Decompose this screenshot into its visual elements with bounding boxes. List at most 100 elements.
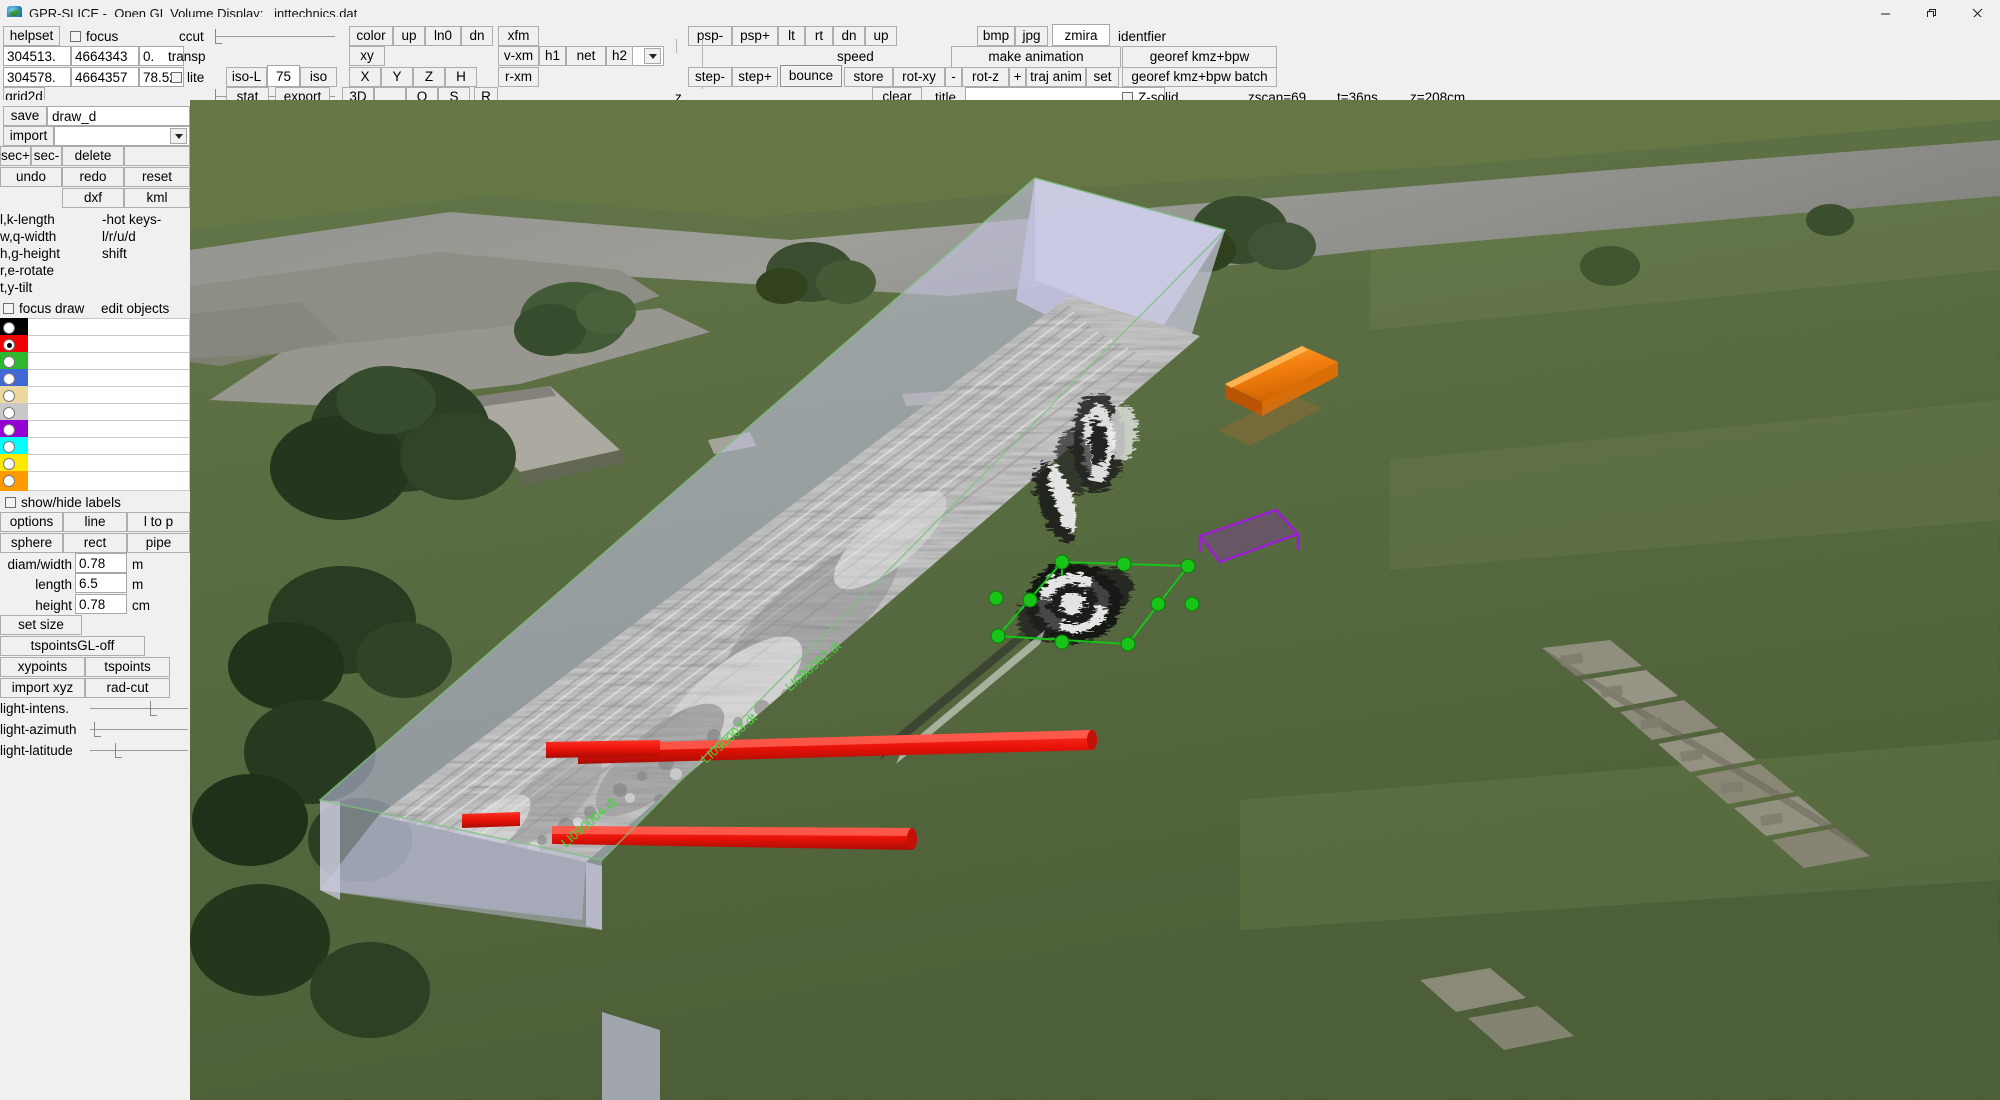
light-latitude-slider-knob[interactable] xyxy=(115,743,122,758)
rot-z-button[interactable]: rot-z xyxy=(962,67,1009,87)
tspoints-gl-off-button[interactable]: tspointsGL-off xyxy=(0,636,145,656)
step-minus-button[interactable]: step- xyxy=(688,67,732,87)
focus-draw-checkbox[interactable]: focus draw xyxy=(3,298,84,318)
x-max-field[interactable]: 304578. xyxy=(3,67,71,87)
save-name-field[interactable]: draw_d xyxy=(47,106,190,126)
psp-minus-button[interactable]: psp- xyxy=(688,26,732,46)
rect-button[interactable]: rect xyxy=(63,533,127,553)
show-hide-labels-checkbox[interactable]: show/hide labels xyxy=(5,492,121,512)
color-radio-red[interactable] xyxy=(3,339,15,351)
delete-button[interactable]: delete xyxy=(62,146,124,166)
jpg-button[interactable]: jpg xyxy=(1015,26,1048,46)
axis-x-button[interactable]: X xyxy=(349,67,381,87)
psp-plus-button[interactable]: psp+ xyxy=(732,26,778,46)
georef-kmz-bpw-button[interactable]: georef kmz+bpw xyxy=(1122,46,1277,68)
lite-checkbox[interactable]: lite xyxy=(171,67,204,87)
rad-cut-button[interactable]: rad-cut xyxy=(85,678,170,698)
color-radio-purple[interactable] xyxy=(3,424,15,436)
h1-button[interactable]: h1 xyxy=(539,46,566,66)
color-row-orange[interactable] xyxy=(0,471,190,491)
sidebar-spacer-button[interactable] xyxy=(124,146,190,166)
iso-value-field[interactable]: 75 xyxy=(267,65,300,87)
h2-button[interactable]: h2 xyxy=(606,46,633,66)
sec-plus-button[interactable]: sec+ xyxy=(0,146,31,166)
focus-checkbox[interactable]: focus xyxy=(70,26,118,46)
iso-l-button[interactable]: iso-L xyxy=(226,67,267,87)
color-name-field[interactable] xyxy=(28,471,190,491)
line-button[interactable]: line xyxy=(63,512,127,532)
v-xm-button[interactable]: v-xm xyxy=(498,46,539,66)
light-azimuth-slider-knob[interactable] xyxy=(94,722,101,737)
kml-button[interactable]: kml xyxy=(124,188,190,208)
dn-button[interactable]: dn xyxy=(461,26,493,46)
axis-y-button[interactable]: Y xyxy=(381,67,413,87)
focus-draw-checkbox-box[interactable] xyxy=(3,303,14,314)
height-field[interactable]: 0.78 xyxy=(75,594,127,614)
dn2-button[interactable]: dn xyxy=(833,26,865,46)
georef-kmz-bpw-batch-button[interactable]: georef kmz+bpw batch xyxy=(1122,67,1277,87)
color-radio-green[interactable] xyxy=(3,356,15,368)
sphere-button[interactable]: sphere xyxy=(0,533,63,553)
xy-button[interactable]: xy xyxy=(349,46,385,66)
xypoints-button[interactable]: xypoints xyxy=(0,657,85,677)
color-button[interactable]: color xyxy=(349,26,393,46)
minus-button[interactable]: - xyxy=(945,67,962,87)
tspoints-button[interactable]: tspoints xyxy=(85,657,170,677)
x-min-field[interactable]: 304513. xyxy=(3,46,71,66)
traj-anim-button[interactable]: traj anim xyxy=(1026,67,1086,87)
set-size-button[interactable]: set size xyxy=(0,615,82,635)
import-combo[interactable] xyxy=(54,126,190,146)
l-to-p-button[interactable]: l to p xyxy=(127,512,190,532)
edit-objects-label[interactable]: edit objects xyxy=(101,298,169,318)
aerial-photo-3d-scene[interactable]: LI090002.dt LI090003.dt LI090004.dt xyxy=(190,100,2000,1100)
focus-checkbox-box[interactable] xyxy=(70,31,81,42)
sec-minus-button[interactable]: sec- xyxy=(31,146,62,166)
iso-button[interactable]: iso xyxy=(300,67,337,87)
step-plus-button[interactable]: step+ xyxy=(732,67,778,87)
pipe-button[interactable]: pipe xyxy=(127,533,190,553)
save-button[interactable]: save xyxy=(3,106,47,126)
bounce-button[interactable]: bounce xyxy=(780,65,842,87)
up-button[interactable]: up xyxy=(393,26,425,46)
light-latitude-slider[interactable] xyxy=(90,740,188,760)
axis-z-button[interactable]: Z xyxy=(413,67,445,87)
red-pipe-object-upper-segment[interactable] xyxy=(546,740,660,758)
show-hide-labels-checkbox-box[interactable] xyxy=(5,497,16,508)
helpset-button[interactable]: helpset xyxy=(3,26,60,46)
set-button[interactable]: set xyxy=(1086,67,1119,87)
import-xyz-button[interactable]: import xyz xyxy=(0,678,85,698)
import-button[interactable]: import xyxy=(3,126,54,146)
light-intens-slider-knob[interactable] xyxy=(150,701,157,716)
redo-button[interactable]: redo xyxy=(62,167,124,187)
rt-button[interactable]: rt xyxy=(805,26,833,46)
diam-width-field[interactable]: 0.78 xyxy=(75,553,127,573)
dxf-button[interactable]: dxf xyxy=(62,188,124,208)
chevron-down-icon[interactable] xyxy=(170,128,187,144)
axis-h-button[interactable]: H xyxy=(445,67,477,87)
plus-button[interactable]: + xyxy=(1009,67,1026,87)
net-button[interactable]: net xyxy=(566,46,606,66)
lite-checkbox-box[interactable] xyxy=(171,72,182,83)
rot-xy-button[interactable]: rot-xy xyxy=(893,67,945,87)
up2-button[interactable]: up xyxy=(865,26,897,46)
ln0-button[interactable]: ln0 xyxy=(425,26,461,46)
options-button[interactable]: options xyxy=(0,512,63,532)
reset-button[interactable]: reset xyxy=(124,167,190,187)
color-radio-cyan[interactable] xyxy=(3,441,15,453)
color-swatch-orange[interactable] xyxy=(0,471,28,491)
undo-button[interactable]: undo xyxy=(0,167,62,187)
lt-button[interactable]: lt xyxy=(778,26,805,46)
opengl-3d-viewport[interactable]: LI090002.dt LI090003.dt LI090004.dt xyxy=(190,100,2000,1100)
length-field[interactable]: 6.5 xyxy=(75,573,127,593)
light-intens-slider[interactable] xyxy=(90,698,188,718)
color-radio-yellow[interactable] xyxy=(3,458,15,470)
store-button[interactable]: store xyxy=(844,67,893,87)
y-max-field[interactable]: 4664357 xyxy=(71,67,139,87)
zmira-field[interactable]: zmira xyxy=(1052,24,1110,46)
light-azimuth-slider[interactable] xyxy=(90,719,188,739)
y-min-field[interactable]: 4664343 xyxy=(71,46,139,66)
red-pipe-object-lower-stub[interactable] xyxy=(462,812,520,828)
xfm-button[interactable]: xfm xyxy=(498,26,539,46)
ccut-slider-knob[interactable] xyxy=(215,29,222,44)
color-radio-orange[interactable] xyxy=(3,475,15,487)
